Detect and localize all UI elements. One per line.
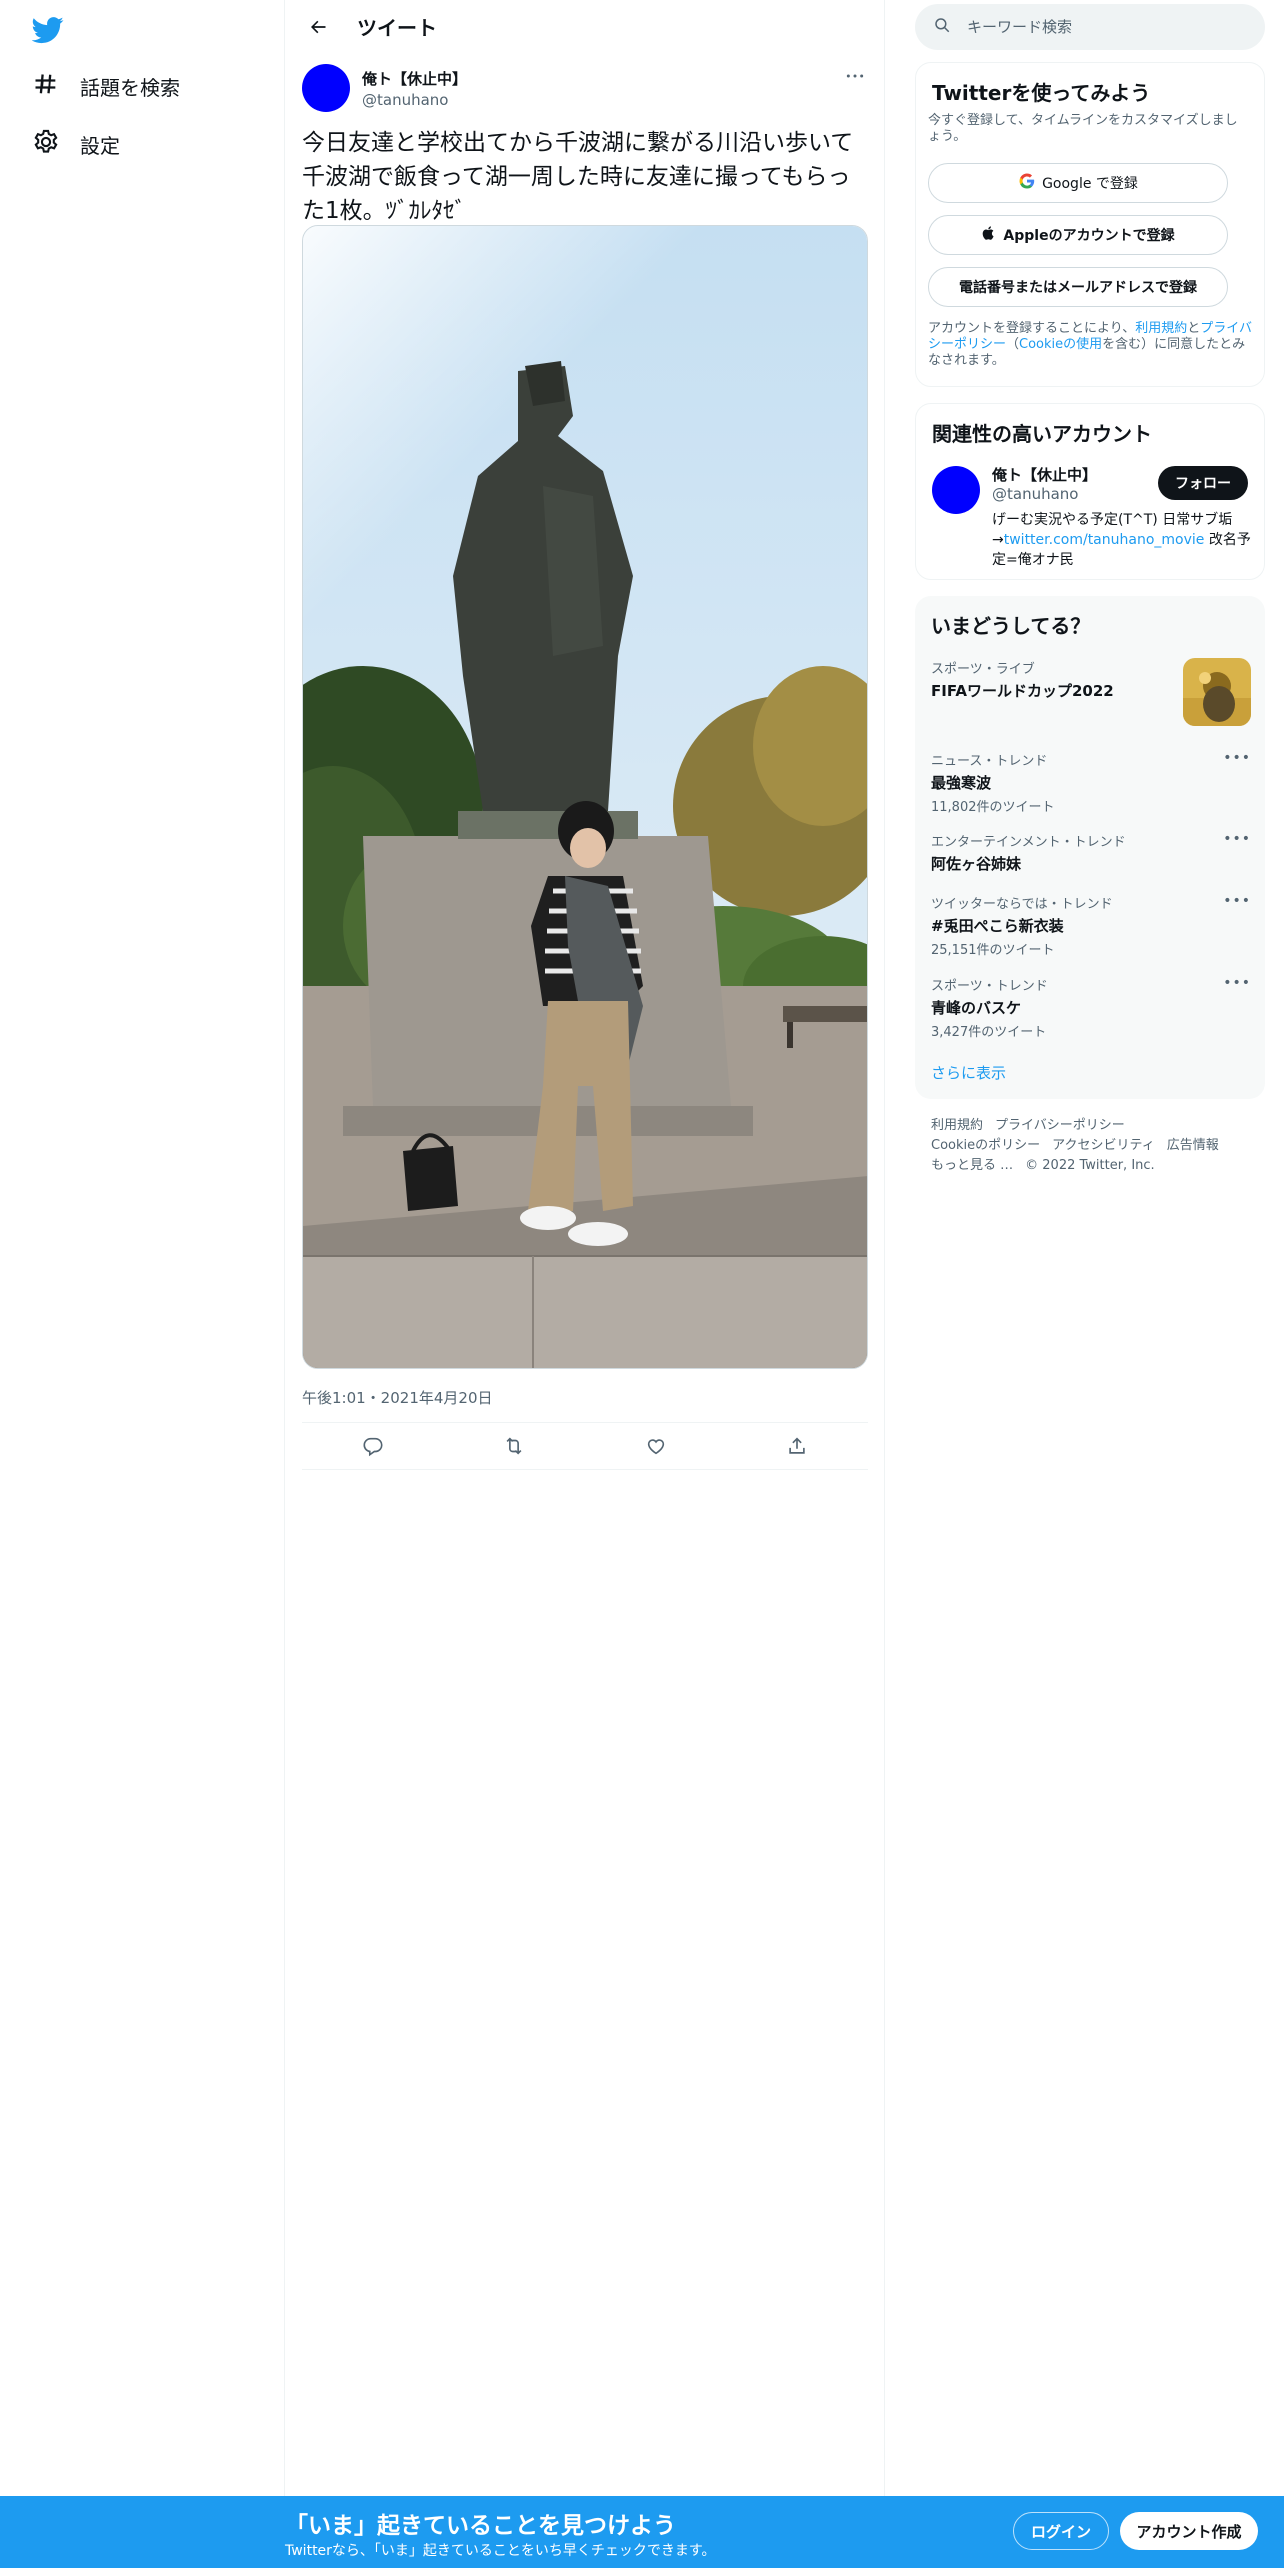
page-title: ツイート — [357, 16, 437, 40]
more-options-icon[interactable] — [842, 66, 868, 86]
trend-item[interactable]: エンターテインメント・トレンド 阿佐ヶ谷姉妹 ••• — [931, 831, 1251, 874]
twitter-bird-icon[interactable] — [31, 14, 64, 46]
trend-count: 25,151件のツイート — [931, 943, 1055, 958]
like-icon[interactable] — [638, 1428, 674, 1464]
sidebar-item-explore[interactable]: 話題を検索 — [32, 70, 180, 103]
trend-count: 11,802件のツイート — [931, 800, 1055, 815]
trend-thumbnail[interactable] — [1183, 658, 1251, 726]
show-more-link[interactable]: さらに表示 — [931, 1062, 1006, 1083]
apple-icon — [981, 225, 997, 245]
more-options-icon[interactable]: ••• — [1223, 750, 1251, 766]
trend-name: 阿佐ヶ谷姉妹 — [931, 855, 1022, 873]
more-options-icon[interactable]: ••• — [1223, 831, 1251, 847]
trend-item[interactable]: ニュース・トレンド 最強寒波 11,802件のツイート ••• — [931, 750, 1251, 815]
sidebar-item-settings[interactable]: 設定 — [32, 128, 120, 161]
signup-card-subtitle: 今すぐ登録して、タイムラインをカスタマイズしましょう。 — [928, 113, 1238, 144]
footer-ads-link[interactable]: 広告情報 — [1167, 1138, 1219, 1153]
google-signup-label: Google で登録 — [1042, 176, 1138, 192]
avatar[interactable] — [932, 466, 980, 514]
sidebar-item-label: 設定 — [80, 134, 120, 158]
trend-category: ニュース・トレンド — [931, 754, 1048, 769]
relevant-bio: げーむ実況やる予定(T^T) 日常サブ垢→twitter.com/tanuhan… — [992, 510, 1252, 570]
footer-cookie-link[interactable]: Cookieのポリシー — [931, 1138, 1040, 1153]
signup-card-title: Twitterを使ってみよう — [932, 81, 1151, 105]
more-options-icon[interactable]: ••• — [1223, 893, 1251, 909]
terms-prefix: アカウントを登録することにより、 — [928, 321, 1136, 336]
reply-icon[interactable] — [355, 1428, 391, 1464]
signup-terms: アカウントを登録することにより、利用規約とプライバシーポリシー（Cookieの使… — [928, 321, 1253, 369]
trend-category: スポーツ・トレンド — [931, 979, 1048, 994]
footer-more-link[interactable]: もっと見る … — [931, 1158, 1013, 1173]
tweet-photo[interactable] — [302, 225, 868, 1369]
login-button[interactable]: ログイン — [1013, 2512, 1109, 2550]
trend-name: #兎田ぺこら新衣装 — [931, 917, 1064, 935]
footer-accessibility-link[interactable]: アクセシビリティ — [1052, 1138, 1155, 1153]
tweet-text: 今日友達と学校出てから千波湖に繋がる川沿い歩いて千波湖で飯食って湖一周した時に友… — [302, 130, 854, 224]
create-account-button[interactable]: アカウント作成 — [1120, 2512, 1258, 2550]
terms-link[interactable]: 利用規約 — [1135, 321, 1187, 336]
page-header: ツイート — [285, 0, 884, 53]
author-name[interactable]: 俺ト【休止中】 — [362, 68, 467, 89]
trend-count: 3,427件のツイート — [931, 1025, 1047, 1040]
tweet-actions — [302, 1422, 868, 1470]
retweet-icon[interactable] — [496, 1428, 532, 1464]
footer-links: 利用規約 プライバシーポリシー Cookieのポリシー アクセシビリティ 広告情報 も… — [931, 1116, 1261, 1176]
tweet-timestamp[interactable]: 午後1:01・2021年4月20日 — [302, 1387, 493, 1408]
back-arrow-icon[interactable] — [301, 10, 335, 44]
relevant-accounts-card: 関連性の高いアカウント 俺ト【休止中】 @tanuhano フォロー げーむ実況… — [915, 403, 1265, 580]
trend-name: 青峰のバスケ — [931, 999, 1022, 1017]
sidebar-item-label: 話題を検索 — [80, 76, 180, 100]
trend-category: ツイッターならでは・トレンド — [931, 897, 1113, 912]
terms-and: と — [1187, 321, 1201, 336]
main-column: ツイート 俺ト【休止中】 @tanuhano 今日友達と学校出てから千波湖に繋が… — [285, 0, 885, 2496]
tweet-author[interactable]: 俺ト【休止中】 @tanuhano — [302, 64, 467, 112]
google-signup-button[interactable]: Google で登録 — [928, 163, 1228, 203]
google-icon — [1018, 172, 1036, 194]
trends-title: いまどうしてる？ — [931, 614, 1091, 638]
hashtag-icon — [32, 70, 60, 103]
trend-name: 最強寒波 — [931, 774, 992, 792]
trend-item[interactable]: スポーツ・トレンド 青峰のバスケ 3,427件のツイート ••• — [931, 975, 1251, 1040]
relevant-name[interactable]: 俺ト【休止中】 — [992, 464, 1097, 485]
more-options-icon[interactable]: ••• — [1223, 975, 1251, 991]
banner-title: 「いま」起きていることを見つけよう — [285, 2513, 676, 2539]
follow-button[interactable]: フォロー — [1158, 466, 1248, 500]
share-icon[interactable] — [779, 1428, 815, 1464]
signup-banner: 「いま」起きていることを見つけよう Twitterなら、「いま」起きていることを… — [0, 2496, 1284, 2568]
gear-icon — [32, 128, 60, 161]
trends-card: いまどうしてる？ スポーツ・ライブ FIFAワールドカップ2022 ニュース・ト… — [915, 596, 1265, 1099]
trend-category: エンターテインメント・トレンド — [931, 835, 1126, 850]
phone-email-signup-button[interactable]: 電話番号またはメールアドレスで登録 — [928, 267, 1228, 307]
search-icon — [933, 16, 951, 38]
signup-card: Twitterを使ってみよう 今すぐ登録して、タイムラインをカスタマイズしましょ… — [915, 62, 1265, 387]
relevant-handle[interactable]: @tanuhano — [992, 485, 1078, 503]
relevant-title: 関連性の高いアカウント — [932, 422, 1152, 446]
bio-link[interactable]: twitter.com/tanuhano_movie — [1004, 532, 1205, 548]
author-handle[interactable]: @tanuhano — [362, 91, 467, 109]
trend-item[interactable]: スポーツ・ライブ FIFAワールドカップ2022 — [931, 658, 1251, 728]
avatar[interactable] — [302, 64, 350, 112]
phone-signup-label: 電話番号またはメールアドレスで登録 — [959, 280, 1197, 296]
copyright: © 2022 Twitter, Inc. — [1025, 1158, 1155, 1173]
footer-terms-link[interactable]: 利用規約 — [931, 1118, 983, 1133]
banner-subtitle: Twitterなら、「いま」起きていることをいち早くチェックできます。 — [285, 2543, 716, 2559]
trend-item[interactable]: ツイッターならでは・トレンド #兎田ぺこら新衣装 25,151件のツイート ••… — [931, 893, 1251, 958]
search-input[interactable] — [967, 18, 1247, 36]
apple-signup-button[interactable]: Appleのアカウントで登録 — [928, 215, 1228, 255]
apple-signup-label: Appleのアカウントで登録 — [1003, 228, 1175, 244]
cookie-link[interactable]: Cookieの使用 — [1019, 337, 1102, 352]
left-sidebar: 話題を検索 設定 — [0, 0, 285, 2568]
footer-privacy-link[interactable]: プライバシーポリシー — [995, 1118, 1125, 1133]
search-bar[interactable] — [915, 4, 1265, 50]
cookie-open: （ — [1006, 337, 1020, 352]
